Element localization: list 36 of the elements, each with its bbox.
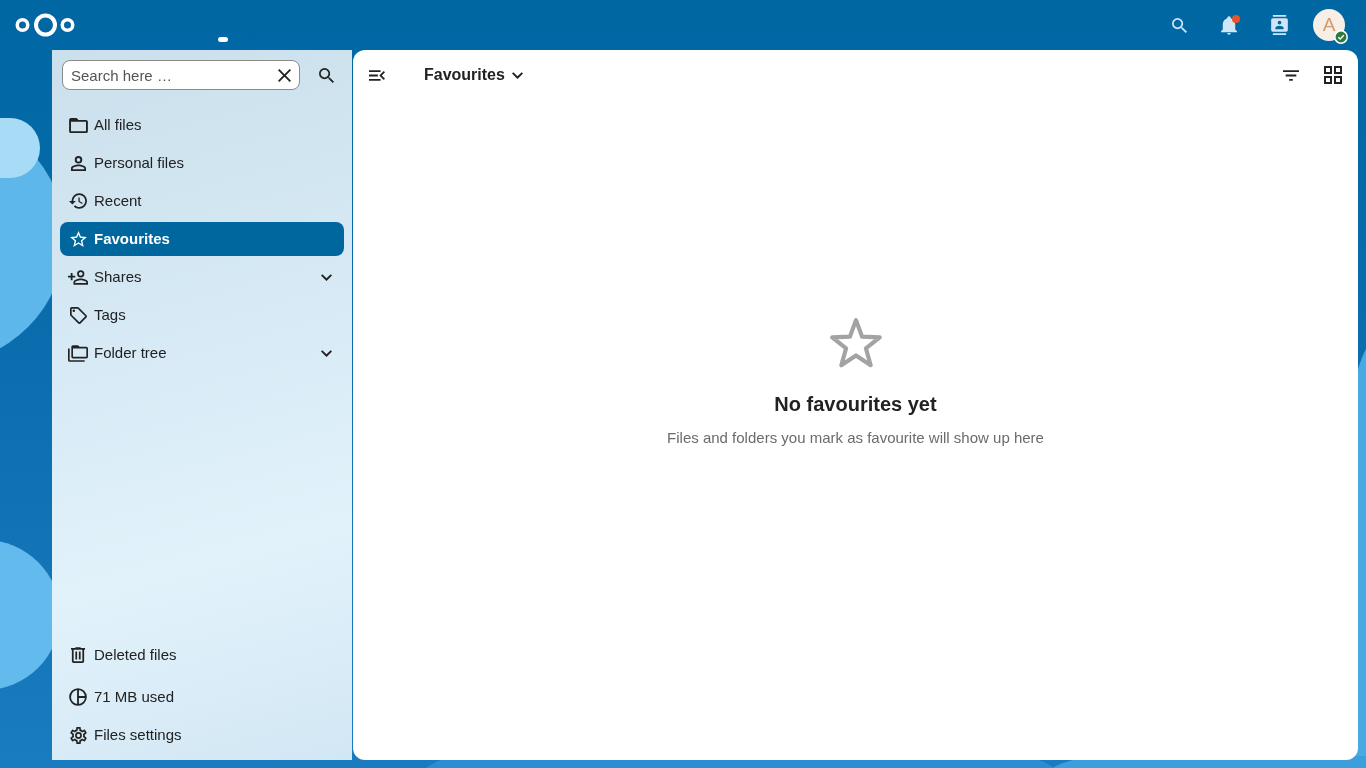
empty-state-description: Files and folders you mark as favourite will show up here (667, 428, 1044, 448)
storage-usage-text: 71 MB used (60, 680, 344, 714)
nav-item[interactable]: Tags (60, 298, 344, 332)
files-settings-button[interactable]: Files settings (60, 718, 344, 752)
settings-icon (69, 726, 87, 744)
nav-item[interactable]: Favourites (60, 222, 344, 256)
nav-item[interactable]: Shares (60, 260, 344, 294)
logo-icon[interactable] (15, 12, 75, 38)
search-icon (318, 67, 334, 83)
star-icon (69, 231, 87, 247)
search-icon (1171, 17, 1187, 33)
pie-chart-icon (69, 688, 87, 706)
empty-state-title: No favourites yet (774, 392, 937, 417)
nav-item[interactable]: All files (60, 108, 344, 142)
app-indicator-icon (218, 37, 228, 42)
chevron-down-icon (512, 71, 524, 79)
deleted-files-link[interactable]: Deleted files (60, 638, 344, 672)
menu-collapse-icon (369, 69, 385, 81)
folders-icon (68, 344, 88, 362)
bell-icon (1221, 15, 1237, 35)
star-icon (829, 318, 882, 368)
folder-icon (68, 117, 88, 133)
nav-item[interactable]: Personal files (60, 146, 344, 180)
search-field[interactable]: Search here … (62, 60, 300, 90)
close-icon (277, 68, 291, 82)
history-icon (69, 193, 87, 209)
nav-item[interactable]: Recent (60, 184, 344, 218)
grid-icon (1324, 66, 1342, 84)
person-plus-icon (68, 269, 88, 285)
trash-icon (71, 647, 85, 663)
person-icon (70, 155, 86, 171)
tag-icon (69, 306, 87, 324)
view-title-button[interactable]: Favourites (410, 58, 532, 92)
filter-icon (1283, 69, 1299, 81)
contact-card-icon (1270, 15, 1288, 35)
nav-item[interactable]: Folder tree (60, 336, 344, 370)
